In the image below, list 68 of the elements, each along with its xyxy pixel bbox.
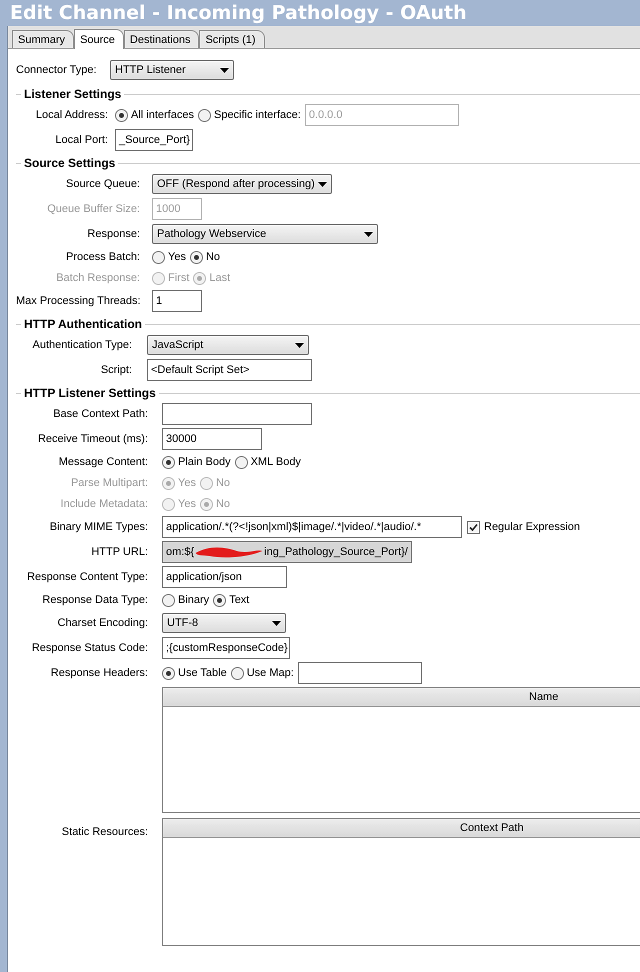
input-field[interactable]: 30000 xyxy=(162,428,262,450)
section-heading: Listener Settings xyxy=(23,87,122,101)
input-field[interactable]: ;{customResponseCode} xyxy=(162,637,290,659)
radio-option[interactable]: No xyxy=(190,250,220,264)
regex-checkbox[interactable]: Regular Expression xyxy=(467,520,580,534)
dropdown[interactable]: JavaScript xyxy=(147,335,309,355)
input-field[interactable] xyxy=(162,403,312,425)
dropdown-caret-icon xyxy=(318,182,327,186)
input-field[interactable]: application/json xyxy=(162,566,287,588)
dropdown[interactable]: UTF-8 xyxy=(162,613,286,633)
field-label: Charset Encoding: xyxy=(56,617,148,629)
field-label: Queue Buffer Size: xyxy=(46,203,140,215)
field-label: Response Status Code: xyxy=(30,642,148,654)
field-label: Local Address: xyxy=(34,109,108,121)
radio-option[interactable]: XML Body xyxy=(234,456,301,468)
radio-option[interactable]: Yes xyxy=(152,250,186,264)
input-field[interactable] xyxy=(298,662,422,684)
field-label: Include Metadata: xyxy=(60,498,148,510)
field-label: Local Port: xyxy=(54,134,108,146)
radio-option[interactable]: Plain Body xyxy=(162,456,231,468)
input-field[interactable]: <Default Script Set> xyxy=(147,359,312,381)
dropdown-caret-icon xyxy=(295,342,304,348)
field-label: Base Context Path: xyxy=(52,408,148,420)
field-label: Process Batch: xyxy=(65,251,140,263)
dropdown[interactable]: Pathology Webservice xyxy=(152,224,378,244)
radio-option[interactable]: All interfaces xyxy=(115,108,194,122)
radio-option[interactable]: Binary xyxy=(162,594,210,606)
redaction-mark xyxy=(194,545,264,559)
dropdown[interactable]: OFF (Respond after processing) xyxy=(152,174,332,194)
dropdown-caret-icon xyxy=(220,68,229,72)
input-field[interactable]: application/.*(?<!json|xml)$|image/.*|video/.*|audio/.* xyxy=(162,516,462,538)
section-heading: HTTP Authentication xyxy=(23,317,143,331)
field-label: Authentication Type: xyxy=(32,339,132,351)
url-field: om:${ ing_Pathology_Source_Port}/ xyxy=(162,541,412,563)
field-label: Parse Multipart: xyxy=(70,477,148,489)
radio-option[interactable]: Specific interface: xyxy=(198,108,301,122)
tab[interactable]: Destinations xyxy=(124,30,200,48)
field-label: Static Resources: xyxy=(60,826,148,838)
field-label: HTTP URL: xyxy=(90,546,148,558)
field-label: Response Data Type: xyxy=(41,594,148,606)
field-label: Batch Response: xyxy=(55,272,140,284)
tab[interactable]: Summary xyxy=(12,30,74,48)
field-label: Binary MIME Types: xyxy=(48,521,148,533)
field-label: Script: xyxy=(100,364,132,376)
window-title: Edit Channel - Incoming Pathology - OAuth xyxy=(9,1,468,26)
radio-option[interactable]: Use Map: xyxy=(230,666,294,680)
section-heading: Source Settings xyxy=(23,156,116,170)
input-field[interactable]: 1 xyxy=(152,290,202,312)
column-header[interactable]: Context Path xyxy=(163,819,640,838)
field-label: Response Headers: xyxy=(50,667,148,679)
radio-option[interactable]: Use Table xyxy=(162,666,227,680)
radio-option[interactable]: Text xyxy=(213,594,250,606)
field-label: Source Queue: xyxy=(65,178,140,190)
field-label: Response Content Type: xyxy=(26,571,148,583)
section-heading: HTTP Listener Settings xyxy=(23,386,157,400)
dropdown-caret-icon xyxy=(364,232,373,236)
tab[interactable]: Scripts (1) xyxy=(199,30,265,48)
field-label: Receive Timeout (ms): xyxy=(36,433,148,445)
input-field[interactable]: _Source_Port} xyxy=(115,129,193,151)
dropdown-caret-icon xyxy=(272,620,281,626)
field-label: Connector Type: xyxy=(16,64,98,76)
tab[interactable]: Source xyxy=(74,29,124,49)
dropdown[interactable]: HTTP Listener xyxy=(110,60,234,80)
check-mark-icon xyxy=(469,522,478,532)
column-header[interactable]: Name xyxy=(163,688,640,707)
field-label: Response: xyxy=(86,228,140,240)
field-label: Max Processing Threads: xyxy=(16,295,140,307)
field-label: Message Content: xyxy=(58,456,148,468)
